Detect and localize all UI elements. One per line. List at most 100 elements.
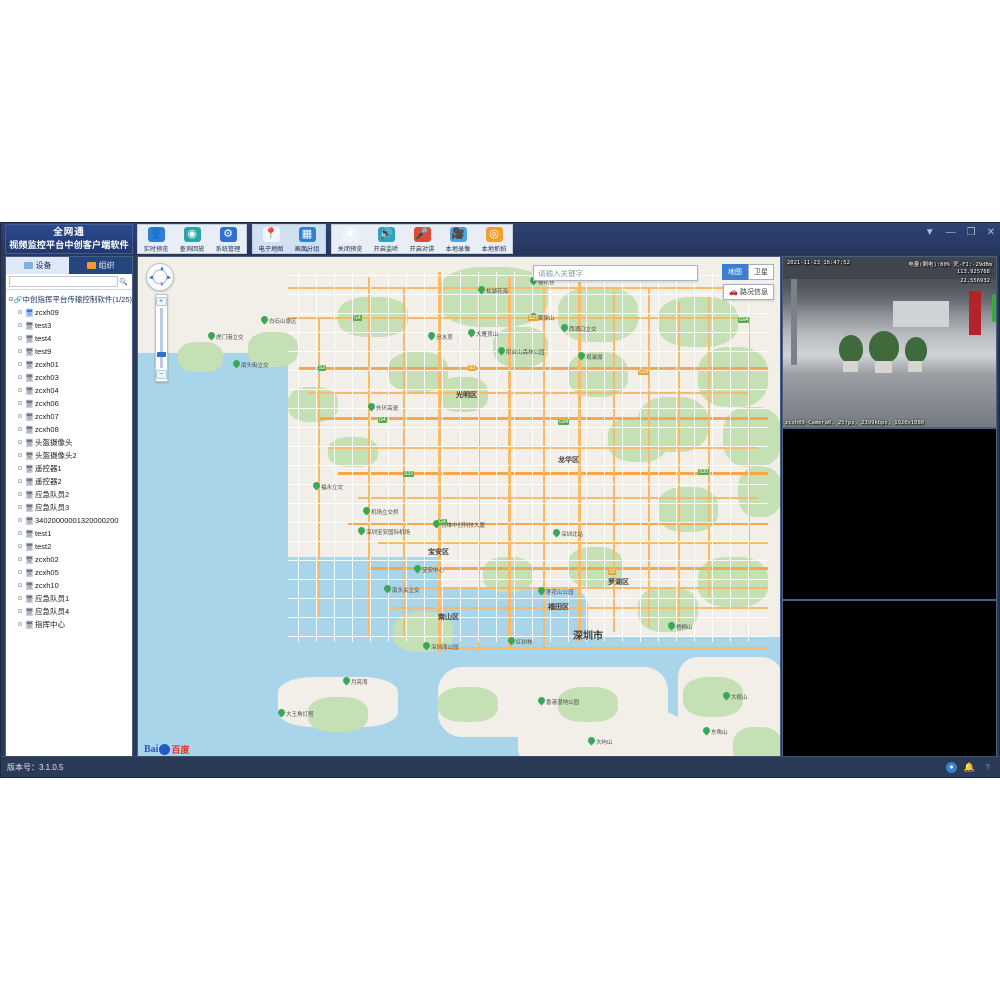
tree-expander-icon[interactable]: ⊙ [16, 504, 24, 511]
map-poi-marker[interactable] [496, 345, 507, 356]
zoom-out-button[interactable]: − [155, 370, 167, 379]
tree-expander-icon[interactable]: ⊙ [16, 309, 24, 316]
map-poi-marker[interactable] [666, 620, 677, 631]
dropdown-icon[interactable]: ▼ [925, 228, 935, 238]
map-poi-marker[interactable] [536, 585, 547, 596]
map-canvas[interactable]: 松湖花海 樱花谷 白石山景区 虎门港立交 黄家山 分水顶 西涌口立交 观澜湖 阳台山森林公园 大雁… [138, 257, 780, 771]
map-poi-marker[interactable] [206, 330, 217, 341]
tree-expander-icon[interactable]: ⊙ [16, 426, 24, 433]
tree-expander-icon[interactable]: ⊙ [16, 608, 24, 615]
tree-expander-icon[interactable]: ⊙ [16, 569, 24, 576]
map-poi-marker[interactable] [536, 695, 547, 706]
tree-item[interactable]: ⊙ 🖥 test3 [8, 319, 132, 332]
video-panel-1[interactable]: 2021-11-23 16:47:52 电量(剩电):80% 死-FI:-29d… [782, 256, 997, 428]
map-poi-marker[interactable] [356, 525, 367, 536]
toolbar-button-查询回放[interactable]: ◉ 查询回放 [174, 225, 210, 253]
zoom-in-button[interactable]: + [155, 297, 167, 306]
map-poi-marker[interactable] [311, 480, 322, 491]
tree-expander-icon[interactable]: ⊙ [16, 348, 24, 355]
map-poi-marker[interactable] [231, 358, 242, 369]
video-panel-2[interactable] [782, 428, 997, 600]
tree-expander-icon[interactable]: ⊙ [16, 478, 24, 485]
tree-item[interactable]: ⊙ 🖥 头盔摄像头 [8, 436, 132, 449]
tree-item[interactable]: ⊙ 🖥 应急队员1 [8, 592, 132, 605]
map-poi-marker[interactable] [412, 563, 423, 574]
map-poi-marker[interactable] [421, 640, 432, 651]
tree-item[interactable]: ⊙ 🖥 zcxh08 [8, 423, 132, 436]
tree-expander-icon[interactable]: ⊙ [16, 465, 24, 472]
restore-icon[interactable]: ❐ [967, 228, 976, 238]
tree-item[interactable]: ⊙ 🖥 遥控器1 [8, 462, 132, 475]
tree-item[interactable]: ⊙ 🖥 应急队员4 [8, 605, 132, 618]
map-poi-marker[interactable] [506, 635, 517, 646]
tree-item[interactable]: ⊙ 🖥 指挥中心 [8, 618, 132, 631]
toolbar-button-系统管理[interactable]: ⚙ 系统管理 [210, 225, 246, 253]
map-poi-marker[interactable] [366, 401, 377, 412]
pan-control[interactable]: ▲ ▼ ◀ ▶ [146, 263, 174, 291]
map-poi-marker[interactable] [259, 314, 270, 325]
tree-item[interactable]: ⊙ 🖥 test9 [8, 345, 132, 358]
map-poi-marker[interactable] [382, 583, 393, 594]
tree-item[interactable]: ⊙ 🖥 zcxh01 [8, 358, 132, 371]
traffic-info-button[interactable]: 🚗 路况信息 [723, 284, 774, 300]
tree-expander-icon[interactable]: ⊙ [16, 335, 24, 342]
tree-expander-icon[interactable]: ⊙ [16, 530, 24, 537]
toolbar-button-画面分组[interactable]: ▦ 画面分组 ▾ [289, 225, 325, 254]
map-type-satellite-button[interactable]: 卫星 [748, 264, 774, 280]
tree-expander-icon[interactable]: ⊙ [16, 439, 24, 446]
tree-expander-icon[interactable]: ⊙ [16, 452, 24, 459]
map-type-map-button[interactable]: 地图 [722, 264, 748, 280]
toolbar-button-实时预览[interactable]: 👤 实时预览 [138, 225, 174, 253]
tree-item[interactable]: ⊙ 🖥 test2 [8, 540, 132, 553]
tree-expander-icon[interactable]: ⊙ [16, 413, 24, 420]
tree-item[interactable]: ⊙ 🖥 头盔摄像头2 [8, 449, 132, 462]
zoom-track-line[interactable] [156, 308, 166, 368]
close-icon[interactable]: ✕ [987, 228, 995, 238]
toolbar-button-关闭预览[interactable]: ✖ 关闭预览 [332, 225, 368, 253]
tree-item[interactable]: ⊙ 🖥 zcxh04 [8, 384, 132, 397]
tree-item[interactable]: ⊙ 🖥 zcxh03 [8, 371, 132, 384]
tree-expander-icon[interactable]: ⊙ [16, 556, 24, 563]
map-poi-marker[interactable] [466, 327, 477, 338]
toolbar-button-本地录像[interactable]: 🎥 本地录像 [440, 225, 476, 253]
map-poi-marker[interactable] [701, 725, 712, 736]
tab-organization[interactable]: 组织 [69, 257, 132, 274]
tree-expander-icon[interactable]: ⊙ [16, 322, 24, 329]
tree-item[interactable]: ⊙ 🖥 34020000001320000200 [8, 514, 132, 527]
tree-expander-icon[interactable]: ⊙ [16, 387, 24, 394]
help-icon[interactable]: ? [982, 762, 993, 773]
map-poi-marker[interactable] [559, 322, 570, 333]
chevron-down-icon[interactable]: ▾ [306, 248, 309, 254]
tree-expander-icon[interactable]: ⊙ [16, 543, 24, 550]
search-icon[interactable]: 🔍 [118, 276, 129, 287]
tree-item[interactable]: ⊙ 🖥 zcxh06 [8, 397, 132, 410]
map-poi-marker[interactable] [341, 675, 352, 686]
bell-icon[interactable]: 🔔 [964, 762, 975, 773]
toolbar-button-开启对讲[interactable]: 🎤 开启对讲 [404, 225, 440, 253]
tree-expander-icon[interactable]: ⊙ [16, 582, 24, 589]
tree-item[interactable]: ⊙ 🖥 应急队员2 [8, 488, 132, 501]
tree-root-node[interactable]: ⊟ 🔗 中创指挥平台传输控制软件(1/25) [8, 293, 132, 306]
tree-expander-icon[interactable]: ⊙ [16, 400, 24, 407]
tree-item[interactable]: ⊙ 🖥 应急队员3 [8, 501, 132, 514]
tree-item[interactable]: ⊙ 🖥 zcxh02 [8, 553, 132, 566]
globe-icon[interactable]: ● [946, 761, 957, 773]
video-panel-3[interactable] [782, 600, 997, 772]
tree-expander-icon[interactable]: ⊙ [16, 361, 24, 368]
toolbar-button-开启监听[interactable]: 🔊 开启监听 [368, 225, 404, 253]
tree-item[interactable]: ⊙ 🖥 zcxh09 [8, 306, 132, 319]
tree-expander-icon[interactable]: ⊙ [16, 517, 24, 524]
tree-item[interactable]: ⊙ 🖥 zcxh05 [8, 566, 132, 579]
video-scrollbar[interactable] [992, 294, 996, 322]
tree-expander-icon[interactable]: ⊙ [16, 595, 24, 602]
map-poi-marker[interactable] [576, 350, 587, 361]
map-poi-marker[interactable] [276, 707, 287, 718]
map-poi-marker[interactable] [721, 690, 732, 701]
tree-expander-icon[interactable]: ⊙ [16, 374, 24, 381]
tree-item[interactable]: ⊙ 🖥 zcxh07 [8, 410, 132, 423]
map-poi-marker[interactable] [426, 330, 437, 341]
search-input[interactable] [9, 276, 118, 287]
map-poi-marker[interactable] [361, 505, 372, 516]
baidu-logo[interactable]: Bai 百度 [144, 743, 189, 756]
toolbar-button-本地抓拍[interactable]: ◎ 本地抓拍 [476, 225, 512, 253]
